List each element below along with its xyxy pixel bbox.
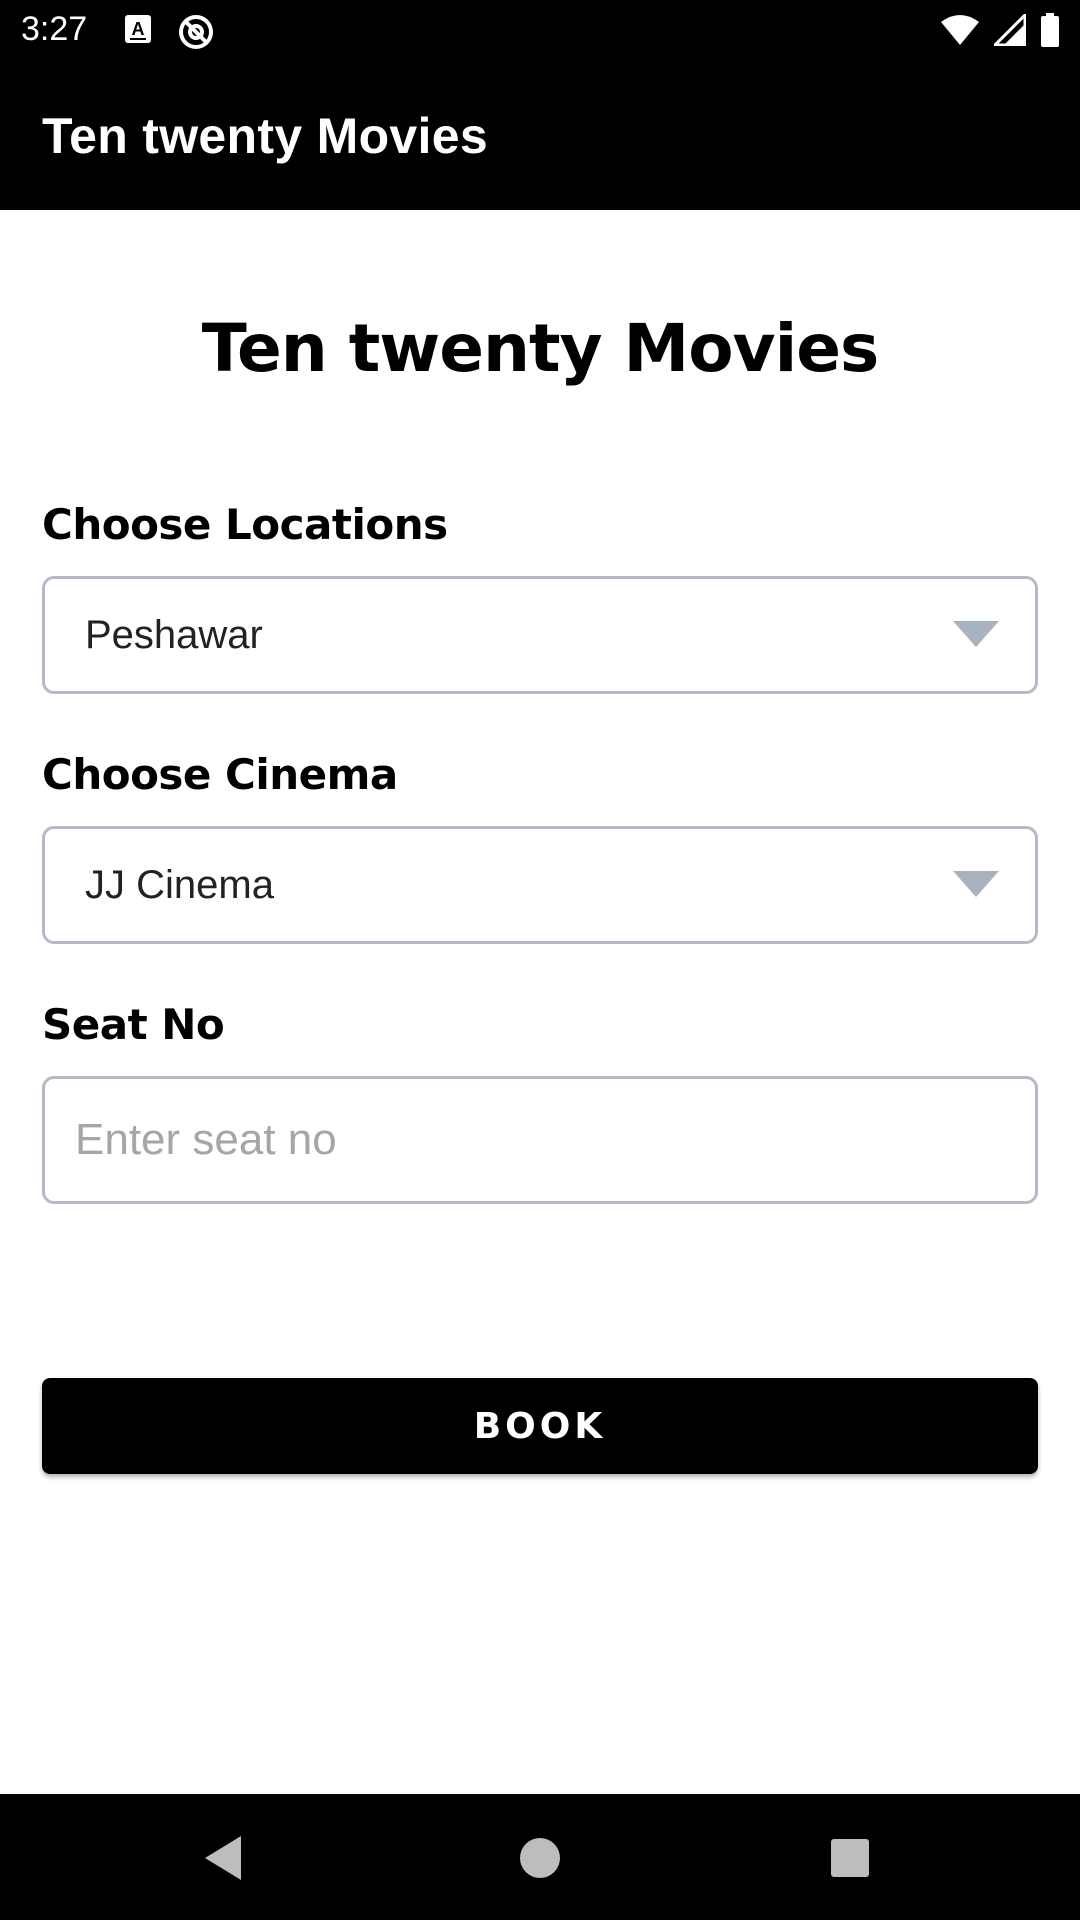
status-left-icons: A bbox=[124, 14, 214, 55]
seat-input[interactable] bbox=[42, 1076, 1038, 1204]
status-bar: 3:27 A bbox=[0, 0, 1080, 63]
cinema-dropdown[interactable]: JJ Cinema bbox=[42, 826, 1038, 944]
recents-icon[interactable] bbox=[822, 1830, 878, 1886]
home-icon[interactable] bbox=[512, 1830, 568, 1886]
seat-label: Seat No bbox=[42, 1000, 225, 1049]
status-time: 3:27 bbox=[21, 10, 88, 48]
navigation-bar bbox=[0, 1794, 1080, 1920]
app-bar-title: Ten twenty Movies bbox=[42, 108, 488, 164]
status-right-icons bbox=[940, 11, 1060, 52]
book-button[interactable]: BOOK bbox=[42, 1378, 1038, 1474]
location-dropdown-value: Peshawar bbox=[85, 613, 263, 657]
signal-icon bbox=[991, 11, 1027, 51]
a-keyboard-icon: A bbox=[124, 14, 152, 55]
cinema-label: Choose Cinema bbox=[42, 750, 398, 799]
back-icon[interactable] bbox=[197, 1830, 253, 1886]
location-dropdown[interactable]: Peshawar bbox=[42, 576, 1038, 694]
booking-form: Ten twenty Movies Choose Locations Pesha… bbox=[0, 210, 1080, 1794]
wifi-icon bbox=[940, 14, 980, 51]
page-title: Ten twenty Movies bbox=[201, 310, 880, 387]
at-sign-icon bbox=[178, 14, 214, 55]
chevron-down-icon bbox=[953, 871, 999, 897]
battery-icon bbox=[1040, 13, 1060, 52]
location-label: Choose Locations bbox=[42, 500, 448, 549]
cinema-dropdown-value: JJ Cinema bbox=[85, 863, 274, 907]
chevron-down-icon bbox=[953, 621, 999, 647]
app-bar: Ten twenty Movies bbox=[0, 63, 1080, 210]
svg-text:A: A bbox=[132, 19, 145, 39]
